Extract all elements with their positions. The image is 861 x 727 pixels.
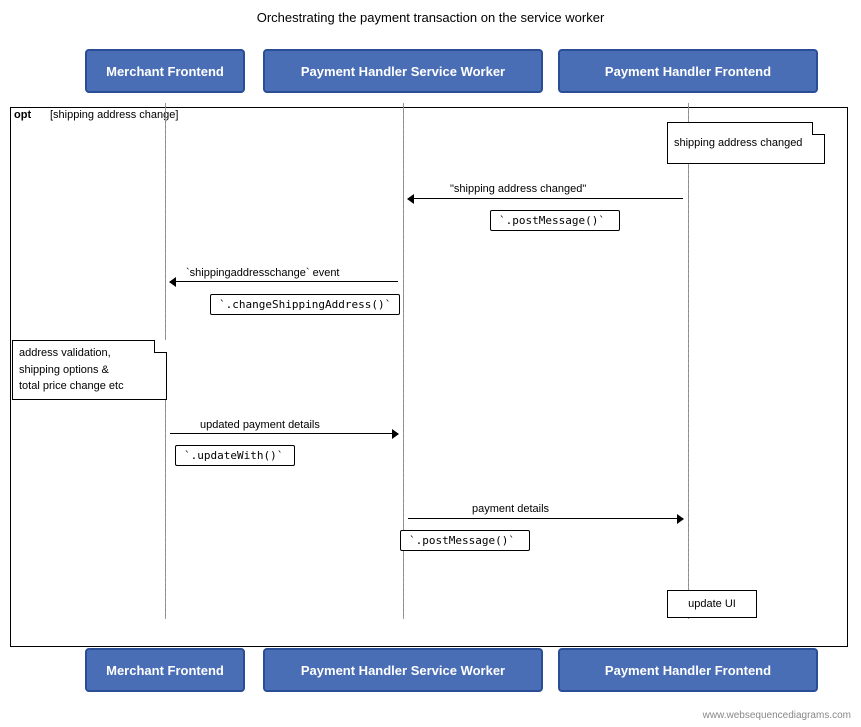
label-shippingaddresschange: `shippingaddresschange` event xyxy=(186,267,340,279)
label-shipping-address-changed: "shipping address changed" xyxy=(450,183,586,195)
opt-label: opt xyxy=(14,109,31,121)
arrowhead-left-2 xyxy=(169,277,176,287)
actor-merchant-top: Merchant Frontend xyxy=(85,49,245,93)
diagram-title: Orchestrating the payment transaction on… xyxy=(0,0,861,25)
arrow-updated-payment-details xyxy=(170,433,398,434)
actor-service-worker-bottom: Payment Handler Service Worker xyxy=(263,648,543,692)
callbox-postmessage-1: `.postMessage()` xyxy=(490,210,620,231)
opt-condition: [shipping address change] xyxy=(50,109,178,121)
note-shipping-address-changed: shipping address changed xyxy=(667,122,825,164)
actor-payment-frontend-top: Payment Handler Frontend xyxy=(558,49,818,93)
callbox-change-shipping: `.changeShippingAddress()` xyxy=(210,294,400,315)
actor-merchant-bottom: Merchant Frontend xyxy=(85,648,245,692)
arrow-shippingaddresschange xyxy=(170,281,398,282)
note-update-ui: update UI xyxy=(667,590,757,618)
lifeline-payment-frontend xyxy=(688,103,689,619)
arrowhead-right-1 xyxy=(392,429,399,439)
diagram-container: Orchestrating the payment transaction on… xyxy=(0,0,861,727)
label-updated-payment-details: updated payment details xyxy=(200,419,320,431)
actor-payment-frontend-bottom: Payment Handler Frontend xyxy=(558,648,818,692)
callbox-update-with: `.updateWith()` xyxy=(175,445,295,466)
watermark: www.websequencediagrams.com xyxy=(703,710,851,721)
callbox-postmessage-2: `.postMessage()` xyxy=(400,530,530,551)
actor-service-worker-top: Payment Handler Service Worker xyxy=(263,49,543,93)
arrow-shipping-address-changed xyxy=(408,198,683,199)
arrowhead-right-2 xyxy=(677,514,684,524)
arrowhead-left-1 xyxy=(407,194,414,204)
label-payment-details: payment details xyxy=(472,503,549,515)
arrow-payment-details xyxy=(408,518,683,519)
note-address-validation: address validation,shipping options &tot… xyxy=(12,340,167,400)
